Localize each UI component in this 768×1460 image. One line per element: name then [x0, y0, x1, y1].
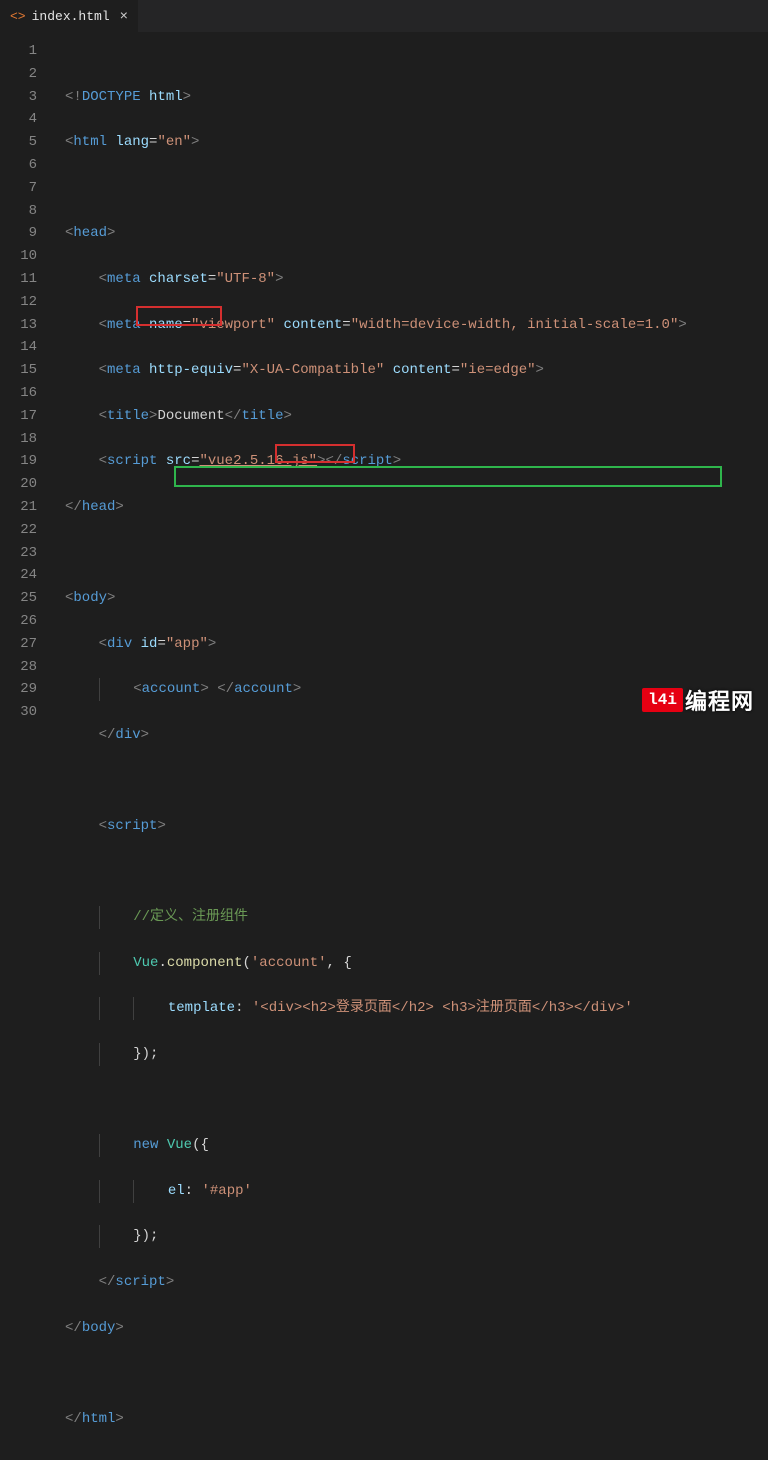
- line-gutter: 1234567891011121314151617181920212223242…: [0, 32, 55, 730]
- tab-bar: <> index.html ×: [0, 0, 768, 32]
- watermark-logo: l4i: [642, 688, 683, 712]
- html-icon: <>: [10, 9, 26, 24]
- watermark-text: 编程网: [685, 684, 754, 716]
- code-content[interactable]: <!DOCTYPE html> <html lang="en"> <head> …: [55, 32, 768, 730]
- tab-title: index.html: [32, 9, 110, 24]
- close-icon[interactable]: ×: [120, 9, 128, 25]
- code-editor[interactable]: 1234567891011121314151617181920212223242…: [0, 32, 768, 730]
- tab-index-html[interactable]: <> index.html ×: [0, 0, 138, 32]
- watermark: l4i 编程网: [642, 684, 754, 716]
